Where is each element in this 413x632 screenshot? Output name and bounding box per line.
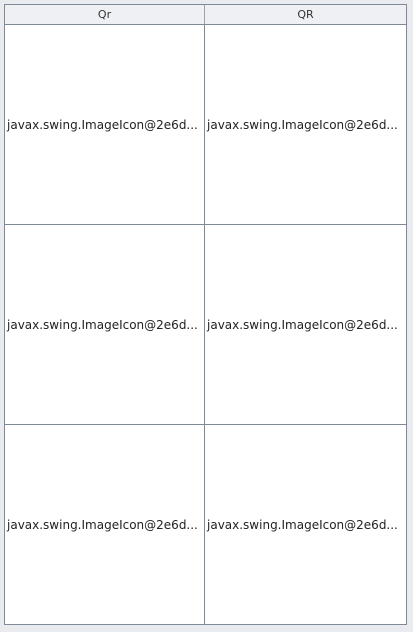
column-header-qr[interactable]: Qr [5,5,205,24]
table-row[interactable]: javax.swing.ImageIcon@2e6d... javax.swin… [5,225,406,425]
table-cell[interactable]: javax.swing.ImageIcon@2e6d... [205,225,406,424]
table-scroll-pane[interactable]: Qr QR javax.swing.ImageIcon@2e6d... java… [4,4,407,625]
table-row[interactable]: javax.swing.ImageIcon@2e6d... javax.swin… [5,425,406,624]
table-cell[interactable]: javax.swing.ImageIcon@2e6d... [205,25,406,224]
table-header: Qr QR [5,5,406,25]
data-table[interactable]: Qr QR javax.swing.ImageIcon@2e6d... java… [5,5,406,624]
table-cell[interactable]: javax.swing.ImageIcon@2e6d... [205,425,406,624]
column-header-qr-upper[interactable]: QR [205,5,406,24]
table-cell[interactable]: javax.swing.ImageIcon@2e6d... [5,25,205,224]
table-row[interactable]: javax.swing.ImageIcon@2e6d... javax.swin… [5,25,406,225]
table-cell[interactable]: javax.swing.ImageIcon@2e6d... [5,425,205,624]
table-cell[interactable]: javax.swing.ImageIcon@2e6d... [5,225,205,424]
